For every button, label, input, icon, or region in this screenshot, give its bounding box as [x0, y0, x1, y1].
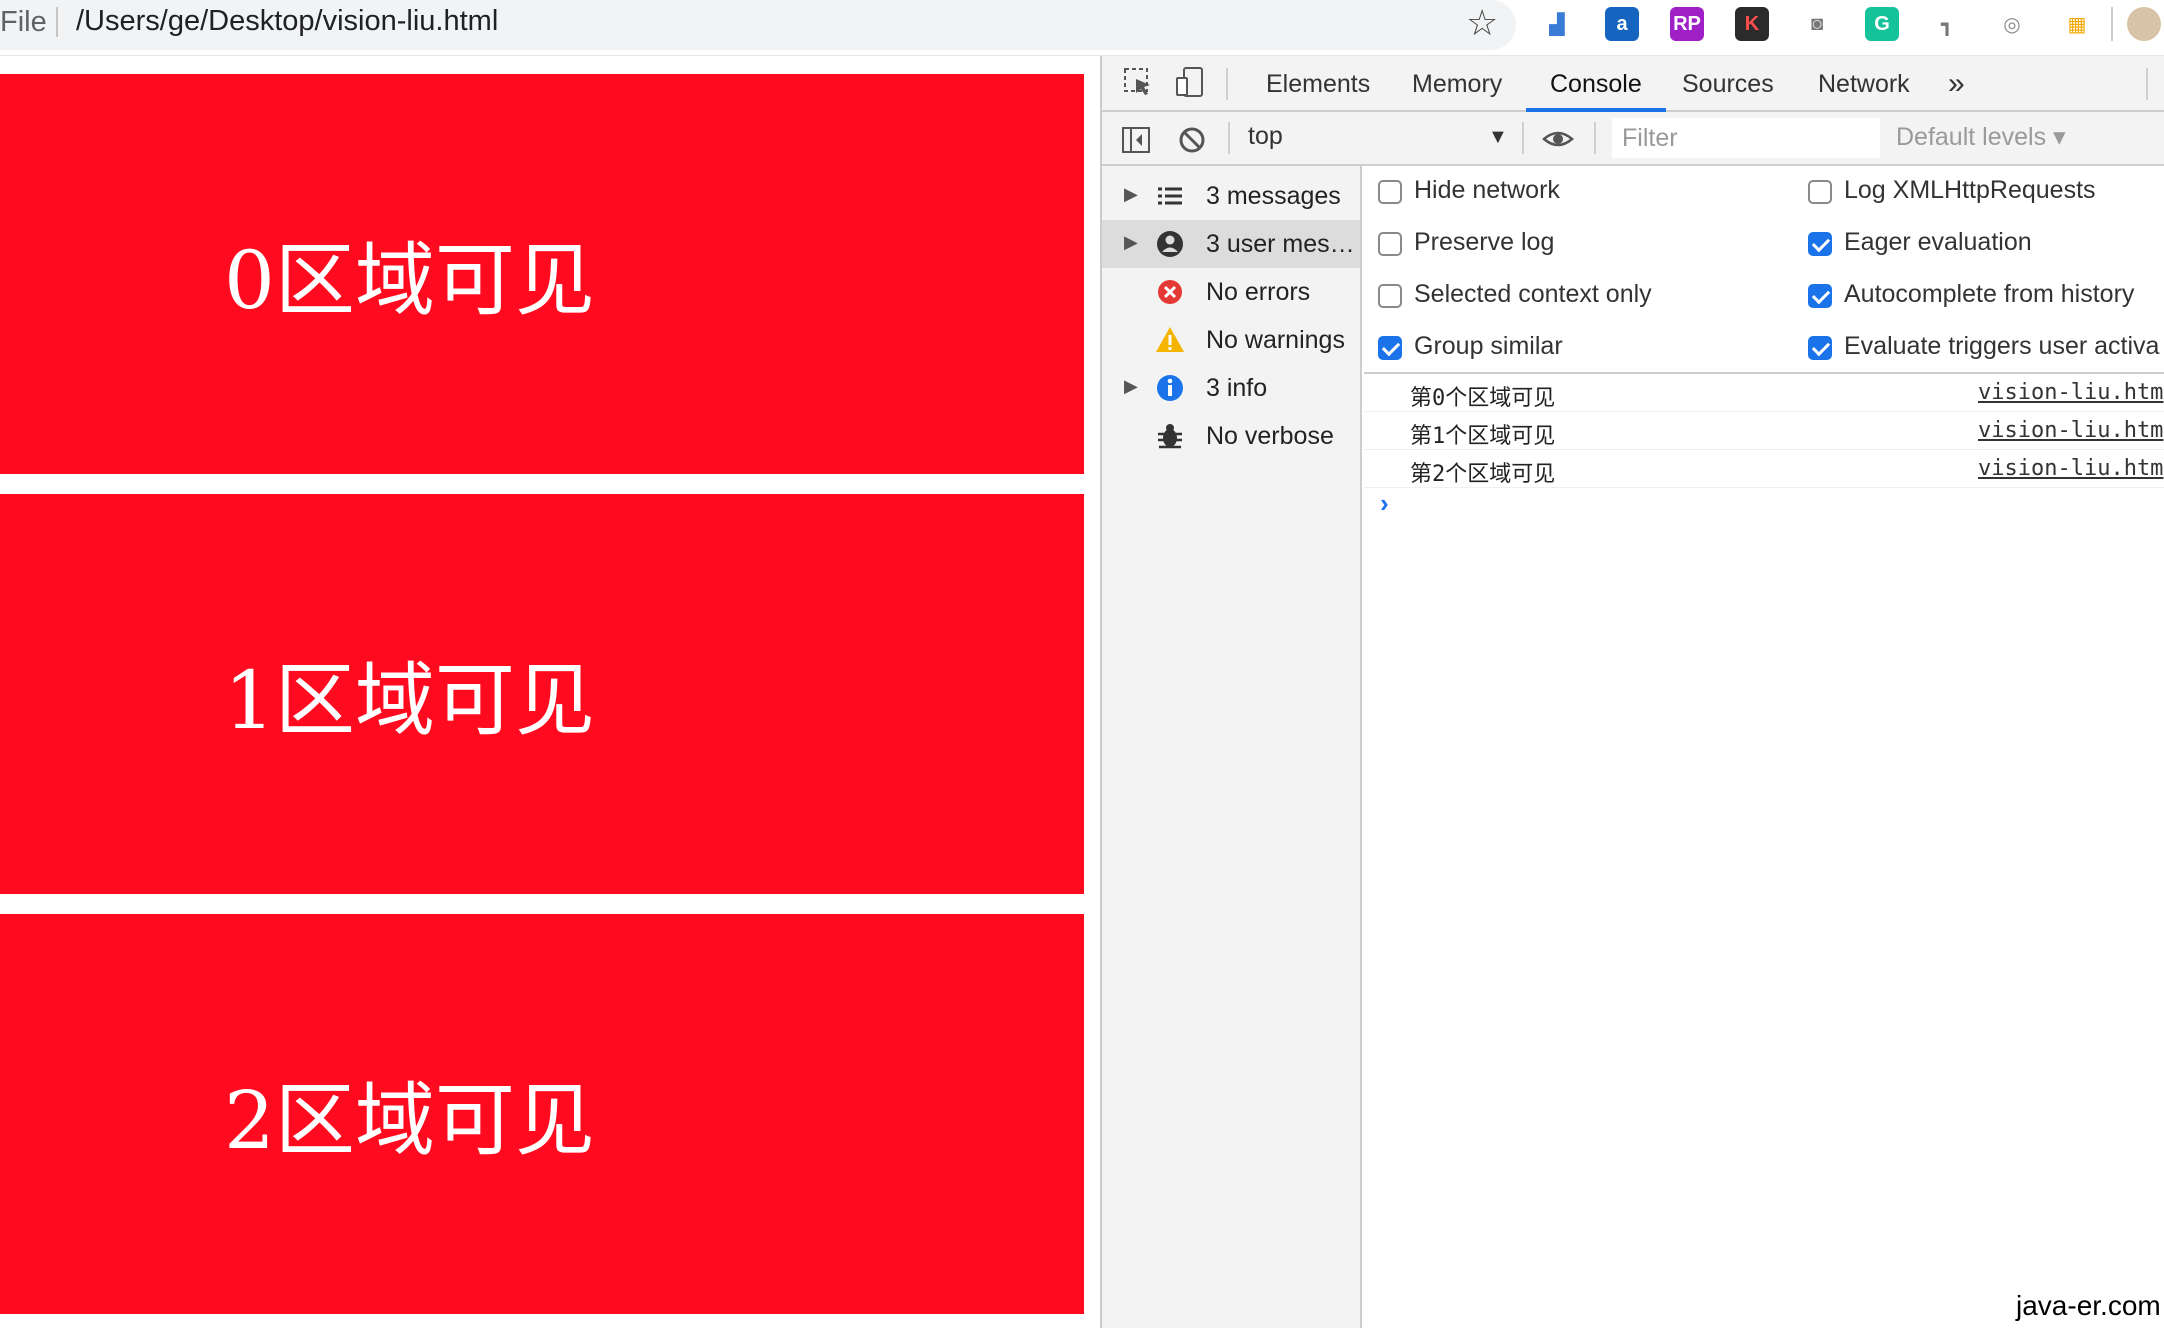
console-messages: › 第0个区域可见 vision-liu.htm 第1个区域可见 vision-liu… — [1364, 374, 2164, 1328]
console-toolbar: top ▼ Default levels ▾ — [1102, 112, 2164, 166]
checkbox[interactable] — [1808, 232, 1832, 256]
sidebar-item-5[interactable]: No verbose — [1102, 412, 1360, 460]
sidebar-item-label: 3 messages — [1206, 182, 1341, 210]
checkbox[interactable] — [1808, 180, 1832, 204]
extension-divider — [2111, 7, 2113, 41]
devtools-tab-bar: Elements Memory Console Sources Network … — [1102, 56, 2164, 112]
sidebar-item-label: 3 info — [1206, 374, 1268, 402]
message-text: 第2个区域可见 — [1410, 462, 1556, 487]
message-text: 第1个区域可见 — [1410, 424, 1556, 449]
url-text[interactable]: /Users/ge/Desktop/vision-liu.html — [76, 5, 498, 38]
region-label: 0区域可见 — [224, 234, 595, 327]
sidebar-item-label: No verbose — [1206, 422, 1334, 450]
devtools-panel: Elements Memory Console Sources Network … — [1100, 56, 2164, 1328]
sidebar-item-4[interactable]: ▶ 3 info — [1102, 364, 1360, 412]
clear-console-icon[interactable] — [1176, 124, 1208, 156]
checkbox[interactable] — [1808, 284, 1832, 308]
a-extension-icon[interactable]: a — [1605, 7, 1639, 41]
chevron-down-icon[interactable]: ▼ — [1488, 126, 1508, 149]
chart-extension-icon[interactable]: ▟ — [1540, 7, 1574, 41]
expand-triangle-icon[interactable]: ▶ — [1124, 232, 1138, 253]
sidebar-item-label: 3 user mes… — [1206, 230, 1355, 258]
filter-input[interactable] — [1612, 118, 1880, 158]
sidebar-item-3[interactable]: No warnings — [1102, 316, 1360, 364]
setting-label: Group similar — [1414, 332, 1563, 360]
sidebar-toggle-icon[interactable] — [1120, 124, 1152, 156]
region-label: 1区域可见 — [224, 654, 595, 747]
device-toolbar-icon[interactable] — [1174, 66, 1206, 98]
extension-toolbar: ▟ a RP K ◙ G ┓ ◎ ▦ — [1540, 2, 2164, 46]
tab-network[interactable]: Network — [1818, 56, 1910, 112]
console-message: 第0个区域可见 vision-liu.htm — [1364, 374, 2164, 412]
expand-triangle-icon[interactable]: ▶ — [1124, 376, 1138, 397]
sidebar-item-2[interactable]: No errors — [1102, 268, 1360, 316]
checkbox[interactable] — [1378, 232, 1402, 256]
toolbar-divider — [1522, 122, 1524, 154]
source-link[interactable]: vision-liu.htm — [1978, 380, 2163, 405]
console-settings: Hide network Preserve log Selected context… — [1364, 166, 2164, 374]
user-icon — [1157, 231, 1183, 257]
more-tabs-icon[interactable]: » — [1948, 56, 1965, 112]
camera-extension-icon[interactable]: ◙ — [1800, 7, 1834, 41]
console-message: 第2个区域可见 vision-liu.htm — [1364, 450, 2164, 488]
eye-icon[interactable] — [1542, 123, 1574, 155]
setting-label: Eager evaluation — [1844, 228, 2032, 256]
console-message: 第1个区域可见 vision-liu.htm — [1364, 412, 2164, 450]
checkbox[interactable] — [1378, 284, 1402, 308]
scheme-label: File — [0, 6, 47, 38]
error-icon — [1158, 280, 1182, 304]
inspect-element-icon[interactable] — [1122, 66, 1154, 98]
watermark: java-er.com — [2016, 1290, 2161, 1321]
list-icon — [1158, 187, 1182, 205]
bug-icon — [1158, 424, 1182, 449]
tab-memory[interactable]: Memory — [1412, 56, 1502, 112]
sidebar-item-label: No warnings — [1206, 326, 1345, 354]
tab-bar-divider — [2146, 68, 2148, 100]
context-selector[interactable]: top — [1248, 122, 1283, 151]
visible-region-0: 0区域可见 — [0, 74, 1084, 474]
console-sidebar: ▶ 3 messages ▶ 3 user mes… No errors No warni… — [1102, 166, 1362, 1328]
rp-extension-icon[interactable]: RP — [1670, 7, 1704, 41]
star-icon[interactable]: ☆ — [1466, 2, 1498, 44]
grammarly-extension-icon[interactable]: G — [1865, 7, 1899, 41]
sidebar-item-0[interactable]: ▶ 3 messages — [1102, 172, 1360, 220]
setting-label: Selected context only — [1414, 280, 1652, 308]
console-prompt[interactable]: › — [1380, 488, 1389, 519]
setting-label: Autocomplete from history — [1844, 280, 2135, 308]
tab-bar-divider — [1226, 68, 1228, 100]
setting-label: Preserve log — [1414, 228, 1555, 256]
avatar[interactable] — [2127, 7, 2161, 41]
checkbox[interactable] — [1378, 180, 1402, 204]
toolbar-divider — [1594, 122, 1596, 154]
source-link[interactable]: vision-liu.htm — [1978, 418, 2163, 443]
toolbar-divider — [1228, 122, 1230, 154]
checkbox[interactable] — [1808, 336, 1832, 360]
log-levels-dropdown[interactable]: Default levels ▾ — [1896, 122, 2066, 152]
sidebar-item-label: No errors — [1206, 278, 1311, 306]
warning-icon — [1156, 327, 1184, 352]
tab-console[interactable]: Console — [1526, 56, 1666, 112]
address-bar: File /Users/ge/Desktop/vision-liu.html ☆… — [0, 0, 2164, 56]
setting-label: Log XMLHttpRequests — [1844, 176, 2096, 204]
page-viewport: 0区域可见 1区域可见 2区域可见 — [0, 56, 1100, 1328]
omnibox[interactable]: File /Users/ge/Desktop/vision-liu.html ☆ — [0, 0, 1516, 50]
tab-elements[interactable]: Elements — [1266, 56, 1370, 112]
checkbox[interactable] — [1378, 336, 1402, 360]
info-icon — [1157, 375, 1183, 401]
source-link[interactable]: vision-liu.htm — [1978, 456, 2163, 481]
message-text: 第0个区域可见 — [1410, 386, 1556, 411]
setting-label: Hide network — [1414, 176, 1560, 204]
expand-triangle-icon[interactable]: ▶ — [1124, 184, 1138, 205]
omnibox-divider — [56, 7, 58, 37]
tab-sources[interactable]: Sources — [1682, 56, 1774, 112]
region-label: 2区域可见 — [224, 1074, 595, 1167]
setting-label: Evaluate triggers user activa — [1844, 332, 2160, 360]
sidebar-item-1[interactable]: ▶ 3 user mes… — [1102, 220, 1360, 268]
visible-region-2: 2区域可见 — [0, 914, 1084, 1314]
k-extension-icon[interactable]: K — [1735, 7, 1769, 41]
puzzle-extension-icon[interactable]: ┓ — [1930, 7, 1964, 41]
grid-extension-icon[interactable]: ▦ — [2060, 7, 2094, 41]
chrome-extension-icon[interactable]: ◎ — [1995, 7, 2029, 41]
visible-region-1: 1区域可见 — [0, 494, 1084, 894]
